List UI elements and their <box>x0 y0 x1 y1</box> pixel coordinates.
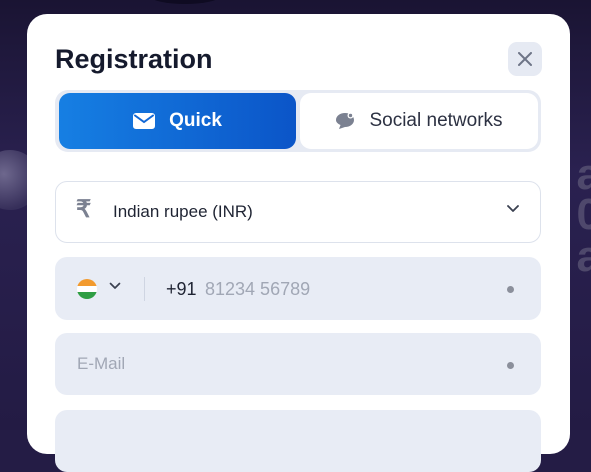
close-button[interactable] <box>508 42 542 76</box>
registration-modal: Registration Quick Social networks ₹ Ind… <box>27 14 570 472</box>
close-icon <box>518 52 532 66</box>
phone-country-code: +91 <box>166 279 197 299</box>
rupee-icon: ₹ <box>76 196 92 223</box>
tab-quick-label: Quick <box>169 110 222 131</box>
currency-value: Indian rupee (INR) <box>113 202 253 221</box>
phone-field: +91 <box>55 257 541 320</box>
envelope-icon <box>133 113 156 129</box>
tab-quick[interactable]: Quick <box>59 93 296 149</box>
india-flag-icon[interactable] <box>77 279 97 299</box>
modal-title: Registration <box>55 44 213 74</box>
tab-social-networks[interactable]: Social networks <box>300 93 538 149</box>
email-field <box>55 333 541 395</box>
currency-select[interactable]: ₹ Indian rupee (INR) <box>55 181 541 243</box>
backdrop-decoration: a <box>576 232 591 281</box>
tab-social-label: Social networks <box>369 110 503 131</box>
chevron-down-icon <box>507 205 519 212</box>
backdrop-shape <box>150 0 220 4</box>
chat-bubble-icon <box>336 112 355 129</box>
phone-input[interactable] <box>205 277 505 301</box>
email-input[interactable] <box>77 352 497 376</box>
required-indicator <box>507 286 514 293</box>
next-field[interactable] <box>55 410 541 472</box>
registration-tabs: Quick Social networks <box>55 90 541 152</box>
country-chevron-down-icon[interactable] <box>109 282 121 290</box>
field-divider <box>144 277 145 301</box>
required-indicator <box>507 362 514 369</box>
